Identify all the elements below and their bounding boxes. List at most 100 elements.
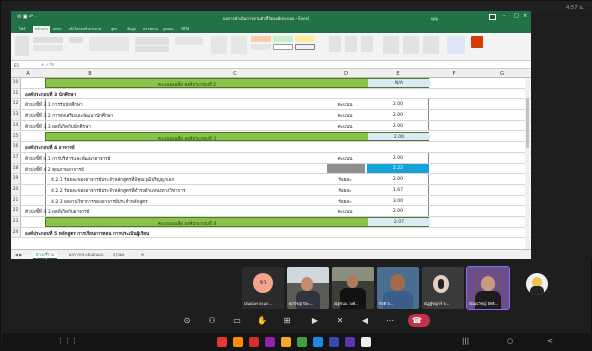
score-cell[interactable]: 2.00 bbox=[367, 177, 429, 182]
app-drawer-icon[interactable]: ⋮⋮⋮ bbox=[57, 337, 78, 345]
camera-off-icon[interactable]: ▶ bbox=[304, 311, 326, 331]
app-icon-5[interactable] bbox=[281, 337, 291, 347]
row-number[interactable]: 15 bbox=[11, 131, 21, 142]
user-name[interactable]: ญญ bbox=[431, 15, 438, 22]
row-number[interactable]: 14 bbox=[11, 120, 21, 131]
tab-review[interactable]: ตรวจทาน bbox=[143, 26, 158, 32]
sheet-tab-3[interactable]: สรุปผล bbox=[113, 252, 124, 258]
row-number[interactable]: 19 bbox=[11, 174, 21, 184]
table-row[interactable]: 22 ตัวบ่งชี้ที่ 4.3 ผลที่เกิดกับอาจารย์ คะ… bbox=[11, 206, 531, 218]
close-icon[interactable]: × bbox=[523, 13, 527, 19]
sheet-tab-2[interactable]: ผลการประเมินตนเอง bbox=[69, 252, 103, 258]
unit-cell[interactable]: คะแนน bbox=[327, 102, 363, 109]
section-average-band[interactable]: คะแนนเฉลี่ย องค์ประกอบที่ 3 2.00 bbox=[45, 131, 430, 142]
mic-off-icon[interactable]: ✕ bbox=[329, 311, 351, 331]
format-cells-button[interactable] bbox=[361, 36, 373, 52]
table-row[interactable]: 20 4.2.2 ร้อยละของอาจารย์ประจำหลักสูตรที่… bbox=[11, 185, 531, 196]
scroll-thumb[interactable] bbox=[526, 98, 529, 148]
score-cell[interactable]: 2.00 bbox=[367, 156, 429, 161]
font-size-select[interactable] bbox=[69, 37, 83, 43]
app-icon-8[interactable] bbox=[329, 337, 339, 347]
score-cell[interactable]: 3.00 bbox=[367, 199, 429, 204]
section-header-cell[interactable]: องค์ประกอบที่ 4 อาจารย์ bbox=[25, 145, 75, 152]
selected-cell[interactable] bbox=[327, 163, 365, 174]
name-box[interactable]: E5 bbox=[14, 63, 19, 68]
tab-insert[interactable]: แทรก bbox=[53, 26, 62, 32]
more-icon[interactable]: ⋯ bbox=[379, 311, 401, 331]
participant-tile-2[interactable]: ศุภวิชญ์ ปิยะ... bbox=[287, 267, 329, 309]
table-row[interactable]: 12 ตัวบ่งชี้ที่ 3.1 การรับนักศึกษา คะแนน 2.… bbox=[11, 99, 531, 111]
vertical-scrollbar[interactable] bbox=[525, 78, 530, 249]
table-row[interactable]: 16 องค์ประกอบที่ 4 อาจารย์ bbox=[11, 142, 531, 153]
unit-cell[interactable]: คะแนน bbox=[327, 113, 363, 120]
table-row[interactable]: 13 ตัวบ่งชี้ที่ 3.2 การส่งเสริมและพัฒนานั… bbox=[11, 110, 531, 121]
analyze-data-button[interactable] bbox=[447, 36, 465, 54]
font-name-select[interactable] bbox=[33, 37, 63, 43]
participant-tile-1[interactable]: จว ปณณพร ตะแก... bbox=[242, 267, 284, 309]
style-bad[interactable] bbox=[251, 36, 271, 42]
row-number[interactable]: 23 bbox=[11, 217, 21, 227]
participant-tile-5[interactable]: ณัฏฐ์ชญาร์ จ... bbox=[422, 267, 464, 309]
indicator-cell[interactable]: ตัวบ่งชี้ที่ 3.2 การส่งเสริมและพัฒนานักศ… bbox=[25, 113, 113, 120]
table-row[interactable]: 15 คะแนนเฉลี่ย องค์ประกอบที่ 3 2.00 bbox=[11, 131, 531, 143]
tab-page-layout[interactable]: เค้าโครงหน้ากระดาษ bbox=[69, 26, 101, 32]
app-icon-1[interactable] bbox=[217, 337, 227, 347]
table-row[interactable]: 18 2.22 ตัวบ่งชี้ที่ 4.2 คุณภาพอาจารย์ bbox=[11, 163, 531, 175]
row-number[interactable]: 21 bbox=[11, 195, 21, 206]
col-header-c[interactable]: C bbox=[145, 71, 325, 77]
row-number[interactable]: 22 bbox=[11, 206, 21, 217]
maximize-icon[interactable]: □ bbox=[514, 13, 519, 19]
chat-icon[interactable]: ▭ bbox=[226, 311, 248, 331]
find-select-button[interactable] bbox=[423, 36, 439, 54]
section-average-band[interactable]: คะแนนเฉลี่ย องค์ประกอบที่ 2 N/A bbox=[45, 78, 430, 88]
font-style-buttons[interactable] bbox=[33, 45, 63, 51]
participants-icon[interactable]: ⚇ bbox=[201, 311, 223, 331]
autosave-icon[interactable]: ⟲ ▣ ↶ · bbox=[17, 14, 36, 20]
tab-view[interactable]: มุมมอง bbox=[163, 26, 174, 32]
grid-icon[interactable]: ⊞ bbox=[276, 311, 298, 331]
minimize-icon[interactable]: – bbox=[503, 13, 506, 19]
table-row[interactable]: 21 4.2.3 ผลงานวิชาการของอาจารย์ประจำหลักส… bbox=[11, 195, 531, 207]
formula-bar[interactable]: E5 × ✓ fx bbox=[11, 61, 531, 69]
col-header-a[interactable]: A bbox=[21, 71, 35, 77]
indicator-cell[interactable]: ตัวบ่งชี้ที่ 4.2 คุณภาพอาจารย์ bbox=[25, 167, 84, 174]
wrap-text-button[interactable] bbox=[135, 37, 169, 45]
timer-icon[interactable]: ⊙ bbox=[176, 311, 198, 331]
conditional-format-button[interactable] bbox=[211, 36, 227, 54]
delete-cells-button[interactable] bbox=[345, 36, 357, 52]
tab-formulas[interactable]: สูตร bbox=[111, 26, 117, 32]
col-header-e[interactable]: E bbox=[367, 71, 429, 77]
indicator-cell[interactable]: ตัวบ่งชี้ที่ 3.3 ผลที่เกิดกับนักศึกษา bbox=[25, 124, 91, 131]
autosum-button[interactable] bbox=[383, 36, 399, 54]
table-row[interactable]: 10 คะแนนเฉลี่ย องค์ประกอบที่ 2 N/A bbox=[11, 78, 531, 89]
band-value[interactable]: 2.07 bbox=[368, 218, 430, 226]
indicator-cell[interactable]: ตัวบ่งชี้ที่ 4.1 การบริหารและพัฒนาอาจารย… bbox=[25, 156, 110, 163]
app-icon-6[interactable] bbox=[297, 337, 307, 347]
indicator-cell[interactable]: 4.2.1 ร้อยละของอาจารย์ประจำหลักสูตรที่มี… bbox=[51, 177, 174, 184]
section-header-cell[interactable]: องค์ประกอบที่ 5 หลักสูตร การเรียนการสอน … bbox=[25, 231, 149, 238]
table-row[interactable]: 11 องค์ประกอบที่ 3 นักศึกษา bbox=[11, 88, 531, 100]
recents-icon[interactable]: ||| bbox=[462, 337, 469, 345]
raise-hand-icon[interactable]: ✋ bbox=[251, 311, 273, 331]
row-number[interactable]: 24 bbox=[11, 227, 21, 238]
format-table-button[interactable] bbox=[231, 36, 247, 54]
participant-tile-6[interactable]: ปัณณวิชญ์ อิทธิ... bbox=[466, 266, 510, 310]
home-icon[interactable]: ○ bbox=[507, 337, 513, 345]
section-average-band[interactable]: คะแนนเฉลี่ย องค์ประกอบที่ 4 2.07 bbox=[45, 217, 430, 227]
app-icon-3[interactable] bbox=[249, 337, 259, 347]
tab-help[interactable]: วิธีใช้ bbox=[181, 26, 189, 32]
col-header-g[interactable]: G bbox=[479, 71, 525, 77]
table-row[interactable]: 23 คะแนนเฉลี่ย องค์ประกอบที่ 4 2.07 bbox=[11, 217, 531, 228]
score-cell[interactable]: 2.00 bbox=[367, 209, 429, 214]
highlighted-cell[interactable]: 2.22 bbox=[367, 163, 429, 174]
tab-file[interactable]: ไฟล์ bbox=[19, 26, 25, 32]
self-view[interactable] bbox=[526, 273, 548, 295]
speaker-icon[interactable]: ◀ bbox=[354, 311, 376, 331]
app-icon-9[interactable] bbox=[345, 337, 355, 347]
unit-cell[interactable]: คะแนน bbox=[327, 209, 363, 216]
indicator-cell[interactable]: ตัวบ่งชี้ที่ 3.1 การรับนักศึกษา bbox=[25, 102, 83, 109]
add-sheet-icon[interactable]: ⊕ bbox=[141, 252, 144, 257]
unit-cell[interactable]: ร้อยละ bbox=[327, 199, 363, 206]
unit-cell[interactable]: ร้อยละ bbox=[327, 177, 363, 184]
col-header-b[interactable]: B bbox=[35, 71, 145, 77]
